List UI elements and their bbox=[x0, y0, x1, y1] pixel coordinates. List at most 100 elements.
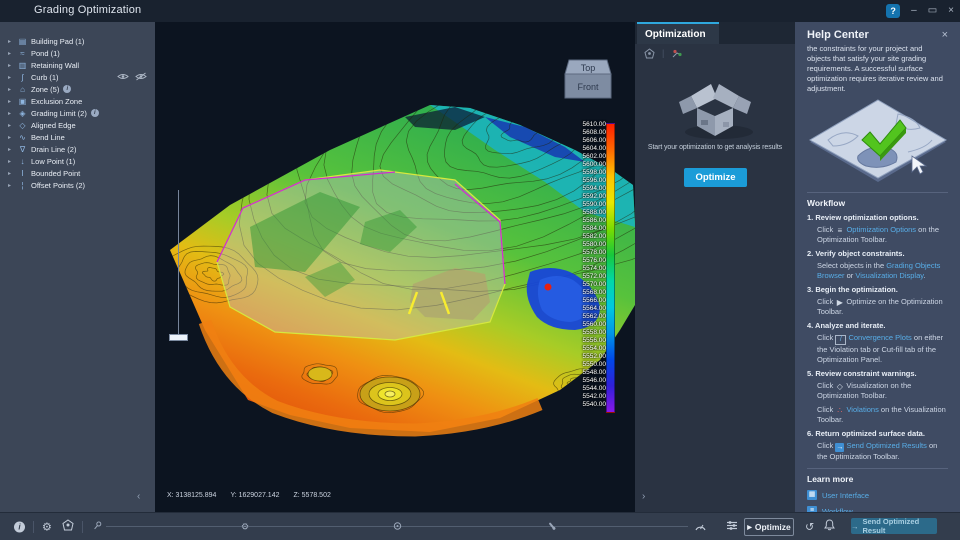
workflow-heading: Workflow bbox=[807, 198, 846, 208]
tree-item-building-pad[interactable]: ▸ ▤ Building Pad (1) bbox=[0, 35, 155, 47]
send-results-icon: → bbox=[835, 443, 845, 452]
optimize-toolbar-button[interactable]: ▶ Optimize bbox=[744, 518, 794, 536]
visualization-icon: ◇ bbox=[836, 382, 843, 391]
tree-item-grading-limit[interactable]: ▸ ◈ Grading Limit (2) i bbox=[0, 107, 155, 119]
expand-arrow-icon[interactable]: ▸ bbox=[8, 110, 17, 117]
workflow-step-title: 4. Analyze and iterate. bbox=[807, 321, 886, 330]
workflow-step-title: 6. Return optimized surface data. bbox=[807, 429, 925, 438]
pin-icon[interactable] bbox=[92, 518, 103, 536]
send-optimized-result-button[interactable]: → Send Optimized Result bbox=[851, 517, 937, 535]
tree-item-drain-line[interactable]: ▸ ∇ Drain Line (2) bbox=[0, 143, 155, 155]
expand-arrow-icon[interactable]: ▸ bbox=[8, 122, 17, 129]
close-icon[interactable]: × bbox=[948, 6, 954, 16]
workflow-step: 1. Review optimization options. Click ≡ O… bbox=[807, 213, 948, 245]
tree-item-label: Exclusion Zone bbox=[31, 96, 83, 106]
timeline-wrench-marker[interactable] bbox=[547, 521, 557, 533]
expand-arrow-icon[interactable]: ▸ bbox=[8, 86, 17, 93]
optimization-panel: Optimization | Start your optimization t… bbox=[635, 22, 795, 512]
workflow-step-title: 3. Begin the optimization. bbox=[807, 285, 898, 294]
expand-arrow-icon[interactable]: ▸ bbox=[8, 158, 17, 165]
send-optimized-result-label: Send Optimized Result bbox=[862, 517, 920, 535]
expand-arrow-icon[interactable]: ▸ bbox=[8, 146, 17, 153]
tree-item-label: Pond (1) bbox=[31, 48, 60, 58]
restore-icon[interactable]: ▭ bbox=[928, 6, 937, 16]
user-interface-icon: ▦ bbox=[807, 490, 817, 500]
building-pad-icon: ▤ bbox=[18, 36, 27, 46]
notifications-bell-icon[interactable] bbox=[824, 518, 835, 536]
tree-item-offset-points[interactable]: ▸ ¦ Offset Points (2) bbox=[0, 179, 155, 191]
tree-item-bend-line[interactable]: ▸ ∿ Bend Line bbox=[0, 131, 155, 143]
tree-item-zone[interactable]: ▸ ⌂ Zone (5) i bbox=[0, 83, 155, 95]
tree-item-label: Drain Line (2) bbox=[31, 144, 77, 154]
violations-icon: ∴ bbox=[837, 406, 843, 415]
grading-objects-browser: ▸ ▤ Building Pad (1) ▸ ≈ Pond (1) ▸ ▥ Retaining … bbox=[0, 22, 155, 512]
zone-icon: ⌂ bbox=[20, 84, 25, 94]
workflow-step-body: Click → Send Optimized Results on the Op… bbox=[807, 441, 948, 462]
workflow-step-title: 5. Review constraint warnings. bbox=[807, 369, 917, 378]
eye-icon[interactable] bbox=[117, 72, 129, 81]
visualization-display[interactable]: Top Front 5610.00 5608.00 5606.00 5604.00 56… bbox=[155, 22, 635, 512]
minimize-icon[interactable]: – bbox=[911, 6, 917, 16]
tab-optimization[interactable]: Optimization bbox=[637, 22, 719, 44]
workflow-link[interactable]: Convergence Plots bbox=[848, 333, 911, 342]
divider bbox=[807, 468, 948, 469]
timeline-gear-marker[interactable]: ⚙ bbox=[241, 522, 249, 533]
tree-item-aligned-edge[interactable]: ▸ ◇ Aligned Edge bbox=[0, 119, 155, 131]
elevation-slider-handle[interactable] bbox=[169, 334, 188, 341]
coord-x: X: 3138125.894 bbox=[167, 492, 217, 499]
low-point-icon: ↓ bbox=[20, 156, 25, 166]
tree-item-label: Offset Points (2) bbox=[31, 180, 86, 190]
empty-box-illustration bbox=[679, 84, 753, 139]
expand-arrow-icon[interactable]: ▸ bbox=[8, 182, 17, 189]
workflow-step-body: Click ≡ Optimization Options on the Opti… bbox=[807, 225, 948, 245]
collapse-left-panel-icon[interactable]: ‹ bbox=[137, 491, 140, 502]
info-icon[interactable]: i bbox=[14, 521, 25, 533]
expand-arrow-icon[interactable]: ▸ bbox=[8, 62, 17, 69]
expand-arrow-icon[interactable]: ▸ bbox=[8, 50, 17, 57]
expand-arrow-icon[interactable]: ▸ bbox=[8, 98, 17, 105]
undo-icon[interactable]: ↺ bbox=[805, 521, 814, 534]
aligned-edge-icon: ◇ bbox=[19, 120, 26, 130]
workflow-text: . bbox=[923, 271, 926, 280]
timeline-stage-marker[interactable] bbox=[393, 522, 402, 533]
info-badge-icon: i bbox=[63, 85, 72, 93]
help-center-panel: Help Center × the constraints for your p… bbox=[795, 22, 960, 512]
tree-item-retaining-wall[interactable]: ▸ ▥ Retaining Wall bbox=[0, 59, 155, 71]
eye-off-icon[interactable] bbox=[135, 72, 147, 81]
optimization-options-icon[interactable] bbox=[726, 518, 738, 536]
expand-arrow-icon[interactable]: ▸ bbox=[8, 170, 17, 177]
workflow-link[interactable]: Send Optimized Results bbox=[846, 441, 926, 450]
gauge-icon[interactable] bbox=[694, 518, 707, 536]
workflow-step-title: 1. Review optimization options. bbox=[807, 213, 919, 222]
expand-arrow-icon[interactable]: ▸ bbox=[8, 38, 17, 45]
workflow-link[interactable]: Violations bbox=[846, 405, 878, 414]
visualization-icon[interactable] bbox=[644, 47, 655, 59]
learn-more-item[interactable]: ▦ User Interface bbox=[807, 490, 948, 500]
retaining-wall-icon: ▥ bbox=[18, 60, 27, 70]
tree-item-low-point[interactable]: ▸ ↓ Low Point (1) bbox=[0, 155, 155, 167]
tree-item-label: Grading Limit (2) bbox=[31, 108, 87, 118]
optimize-button[interactable]: Optimize bbox=[684, 168, 747, 187]
view-cube[interactable]: Top Front bbox=[560, 46, 616, 104]
visualization-icon[interactable] bbox=[62, 518, 74, 536]
tree-item-curb[interactable]: ▸ ∫ Curb (1) bbox=[0, 71, 155, 83]
elevation-colorbar bbox=[606, 123, 615, 413]
optimization-settings-icon[interactable]: ⚙ bbox=[42, 521, 52, 534]
workflow-text: Click bbox=[817, 225, 836, 234]
offset-points-icon: ¦ bbox=[21, 180, 24, 190]
collapse-right-panel-icon[interactable]: › bbox=[642, 491, 645, 502]
expand-arrow-icon[interactable]: ▸ bbox=[8, 74, 17, 81]
workflow-step-body: Click ∴ Violations on the Visualization … bbox=[807, 405, 948, 425]
curb-icon: ∫ bbox=[21, 72, 24, 82]
tree-item-exclusion-zone[interactable]: ▸ ▣ Exclusion Zone bbox=[0, 95, 155, 107]
help-close-icon[interactable]: × bbox=[942, 29, 948, 41]
workflow-text: Click bbox=[817, 405, 836, 414]
play-icon: ▶ bbox=[836, 298, 843, 307]
workflow-link[interactable]: Optimization Options bbox=[846, 225, 916, 234]
violations-icon[interactable] bbox=[671, 48, 683, 59]
help-icon[interactable]: ? bbox=[886, 4, 901, 18]
workflow-link[interactable]: Visualization Display bbox=[855, 271, 923, 280]
tree-item-pond[interactable]: ▸ ≈ Pond (1) bbox=[0, 47, 155, 59]
tree-item-bounded-point[interactable]: ▸ I Bounded Point bbox=[0, 167, 155, 179]
expand-arrow-icon[interactable]: ▸ bbox=[8, 134, 17, 141]
